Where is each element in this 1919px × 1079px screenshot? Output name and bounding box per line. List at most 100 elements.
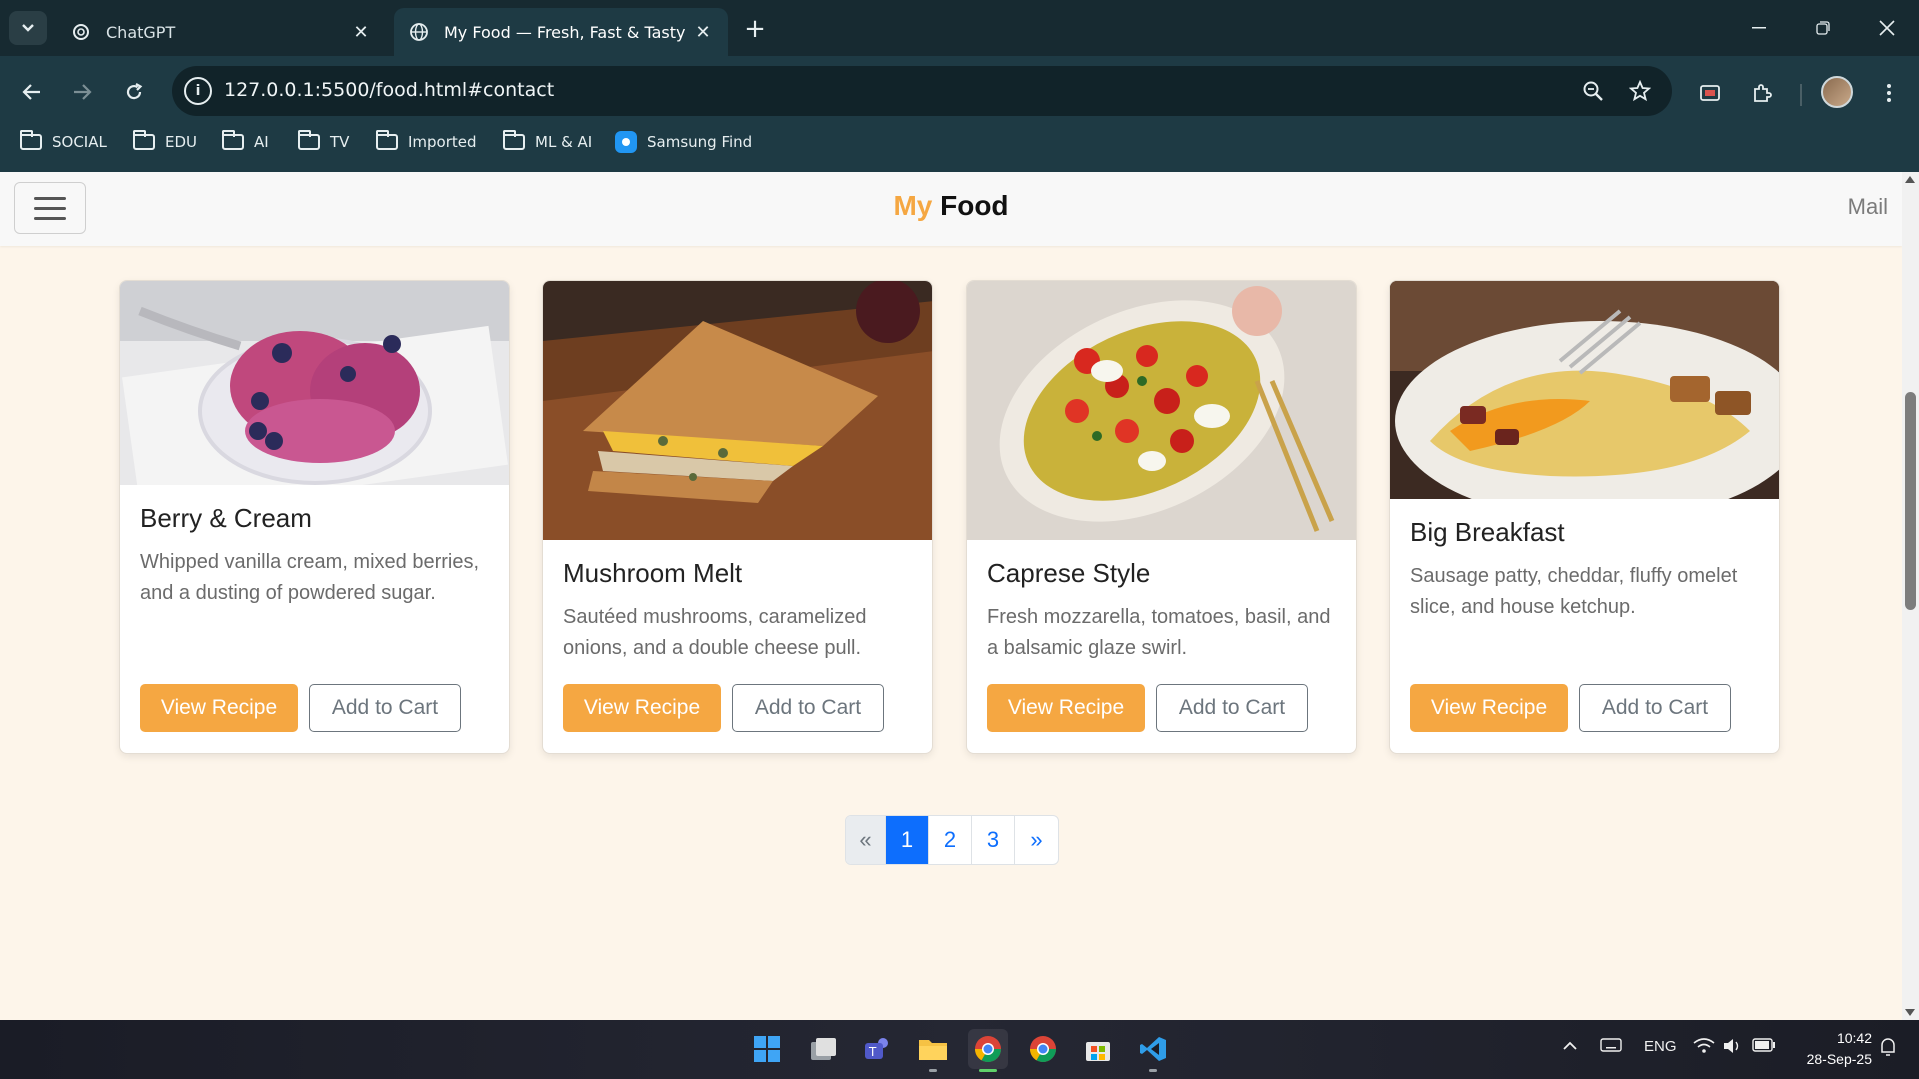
microsoft-store-app[interactable] [1078,1029,1118,1069]
cast-icon[interactable] [1693,76,1727,110]
language-indicator[interactable]: ENG [1644,1038,1677,1055]
add-to-cart-button[interactable]: Add to Cart [732,684,884,732]
star-icon[interactable] [1625,76,1655,106]
keyboard-icon[interactable] [1600,1038,1622,1056]
view-recipe-button[interactable]: View Recipe [563,684,721,732]
bookmark-tv[interactable]: TV [298,128,349,156]
brand-food: Food [940,190,1009,221]
folder-icon [919,1040,947,1060]
svg-text:T: T [868,1045,877,1059]
site-brand[interactable]: My Food [0,190,1902,222]
chrome-app-active[interactable] [968,1029,1008,1072]
bookmark-imported[interactable]: Imported [376,128,477,156]
berry-cream-image [120,281,509,485]
view-recipe-button[interactable]: View Recipe [1410,684,1568,732]
mail-link[interactable]: Mail [1848,194,1888,220]
card-description: Sautéed mushrooms, caramelized onions, a… [563,606,867,659]
scroll-up-arrow-icon[interactable] [1905,176,1915,183]
close-icon [1879,20,1895,36]
bookmark-label: AI [254,133,269,151]
volume-icon[interactable] [1722,1038,1742,1058]
minimize-icon [1752,27,1766,29]
bookmark-label: SOCIAL [52,133,107,151]
system-clock[interactable]: 10:42 28-Sep-25 [1790,1028,1872,1070]
recipe-card: Big Breakfast Sausage patty, cheddar, fl… [1389,280,1780,754]
chrome-icon [974,1036,1002,1063]
chrome-app[interactable] [1023,1029,1063,1069]
bookmark-samsung-find[interactable]: Samsung Find [615,128,752,156]
task-view-button[interactable] [803,1029,843,1069]
folder-icon [133,130,155,150]
scroll-down-arrow-icon[interactable] [1905,1009,1915,1016]
tray-overflow-chevron-icon[interactable] [1562,1038,1578,1055]
bookmark-label: EDU [165,133,198,151]
location-pin-icon [615,131,637,153]
arrow-left-icon [22,84,40,100]
address-bar[interactable]: i 127.0.0.1:5500/food.html#contact [172,66,1672,116]
scrollbar-thumb[interactable] [1905,392,1916,610]
back-button[interactable] [12,72,52,112]
tab-search-button[interactable] [9,11,47,45]
file-explorer-app[interactable] [913,1029,953,1072]
add-to-cart-button[interactable]: Add to Cart [1156,684,1308,732]
teams-icon: T [865,1038,888,1059]
start-button[interactable] [747,1029,787,1069]
add-to-cart-button[interactable]: Add to Cart [309,684,461,732]
wifi-icon[interactable] [1693,1038,1715,1058]
pagination-page-1[interactable]: 1 [886,816,929,864]
bookmark-edu[interactable]: EDU [133,128,197,156]
pagination-page-3[interactable]: 3 [972,816,1015,864]
folder-icon [503,130,525,150]
tab-title: ChatGPT [106,22,176,42]
reload-button[interactable] [114,72,154,112]
chrome-icon [1029,1036,1057,1063]
add-to-cart-button[interactable]: Add to Cart [1579,684,1731,732]
pagination-next[interactable]: » [1015,816,1058,864]
forward-button[interactable] [62,72,102,112]
battery-icon[interactable] [1752,1038,1776,1056]
close-window-button[interactable] [1857,8,1917,48]
tab-title: My Food — Fresh, Fast & Tasty [444,22,686,42]
card-title: Caprese Style [987,558,1151,588]
arrow-right-icon [74,84,92,100]
restore-button[interactable] [1793,8,1853,48]
vscode-app[interactable] [1133,1029,1173,1072]
reload-icon [126,83,143,100]
pagination: « 1 2 3 » [845,815,1059,865]
tab-my-food[interactable]: My Food — Fresh, Fast & Tasty ✕ [394,8,728,56]
bookmark-social[interactable]: SOCIAL [20,128,107,156]
teams-app[interactable]: T [858,1029,898,1069]
folder-icon [222,130,244,150]
card-description: Fresh mozzarella, tomatoes, basil, and a… [987,606,1331,659]
pagination-prev[interactable]: « [846,816,886,864]
bookmark-ai[interactable]: AI [222,128,269,156]
brand-my: My [893,190,933,221]
mushroom-melt-image [543,281,932,540]
bookmark-label: TV [330,133,350,151]
info-icon[interactable]: i [184,77,212,105]
close-icon[interactable]: ✕ [692,22,714,43]
page-scrollbar[interactable] [1902,172,1919,1020]
new-tab-button[interactable]: + [738,12,772,46]
more-menu-icon[interactable] [1872,76,1906,110]
chevron-down-icon [22,24,34,32]
minimize-button[interactable] [1729,8,1789,48]
view-recipe-button[interactable]: View Recipe [140,684,298,732]
extensions-icon[interactable] [1745,76,1779,110]
tab-chatgpt[interactable]: ChatGPT ✕ [56,8,386,56]
zoom-icon[interactable] [1578,76,1608,106]
pagination-page-2[interactable]: 2 [929,816,972,864]
card-title: Berry & Cream [140,503,312,533]
navigation-bar: i 127.0.0.1:5500/food.html#contact [0,64,1919,118]
folder-icon [20,130,42,150]
close-icon[interactable]: ✕ [350,22,372,43]
bookmark-label: Imported [408,133,477,151]
toolbar-divider [1800,84,1802,106]
url-text[interactable]: 127.0.0.1:5500/food.html#contact [224,79,554,101]
page-viewport: My Food Mail Berry & Cream Whipped vanil… [0,172,1902,1020]
notifications-icon[interactable] [1878,1036,1898,1062]
profile-avatar[interactable] [1821,76,1853,108]
view-recipe-button[interactable]: View Recipe [987,684,1145,732]
bookmark-ml-ai[interactable]: ML & AI [503,128,592,156]
clock-date: 28-Sep-25 [1806,1051,1872,1067]
